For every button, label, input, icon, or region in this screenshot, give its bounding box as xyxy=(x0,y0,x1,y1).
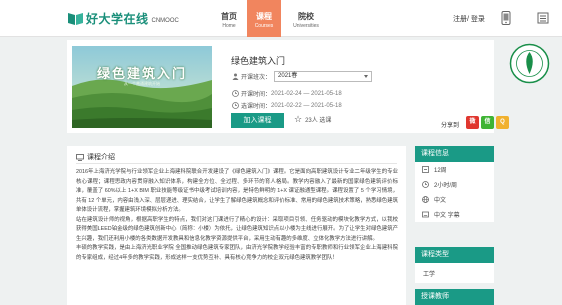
nav-courses[interactable]: 课程 Courses xyxy=(247,0,281,37)
info-row-subtitle: 中文 字幕 xyxy=(415,207,494,222)
term-select[interactable]: 2021春 xyxy=(274,71,373,82)
course-info-panel: 课程信息 12周 2小时/周 中文 中文 字幕 xyxy=(415,146,494,222)
clock-icon xyxy=(232,90,239,97)
course-type-panel: 课程类型 工学 xyxy=(415,247,494,283)
teacher-panel: 授课教师 xyxy=(415,289,494,305)
menu-icon[interactable] xyxy=(537,11,549,25)
info-row-hours: 2小时/周 xyxy=(415,177,494,192)
nav-universities-label: 院校 xyxy=(298,12,314,21)
nav-courses-label: 课程 xyxy=(256,12,272,21)
star-icon[interactable]: ☆ xyxy=(294,115,302,124)
start-label: 开课时间： xyxy=(241,92,272,98)
thumbnail-subtitle: 从一个普通建筑开始 xyxy=(124,81,160,86)
term-select-value: 2021春 xyxy=(278,73,298,79)
site-logo[interactable]: 好大学在线 CNMOOC xyxy=(67,10,179,27)
clock-icon xyxy=(232,102,239,109)
term-label: 开课班次： xyxy=(241,75,272,81)
course-info-title: 课程信息 xyxy=(415,146,494,162)
share-label: 分享到 xyxy=(441,123,460,129)
language-icon xyxy=(422,196,429,203)
intro-text: 2016年上海济光学院与行业领军企业上海建科院联合开发建设了《绿色建筑入门》课程… xyxy=(76,168,398,263)
book-logo-icon xyxy=(68,13,83,25)
join-course-button[interactable]: 加入课程 xyxy=(231,113,284,128)
course-banner: 绿色建筑入门 从一个普通建筑开始 绿色建筑入门 开课班次： 2021春 开课时间… xyxy=(67,40,550,133)
start-time-row: 开课时间： 2021-02-24 — 2021-05-18 xyxy=(232,89,342,98)
intro-paragraph: 丰硕的教学实践，是由上海济光职业学院 全国推动绿色建筑专家团队，由济光学院教学经… xyxy=(76,245,398,261)
term-row: 开课班次： 2021春 xyxy=(232,71,373,82)
monitor-icon xyxy=(76,153,84,161)
start-value: 2021-02-24 — 2021-05-18 xyxy=(271,90,342,97)
nav-home-label: 首页 xyxy=(221,12,237,21)
info-language-text: 中文 xyxy=(434,198,447,204)
course-type-value: 工学 xyxy=(423,271,436,278)
enrollment-count-text: 23人 选课 xyxy=(305,118,332,124)
nav-home[interactable]: 首页 Home xyxy=(212,0,246,37)
subtitle-icon xyxy=(422,211,429,218)
units-icon xyxy=(422,166,429,173)
info-row-language: 中文 xyxy=(415,192,494,207)
nav-universities-sublabel: Universities xyxy=(293,23,319,29)
course-type-title: 课程类型 xyxy=(415,247,494,263)
info-units-text: 12周 xyxy=(434,168,447,174)
login-register-link[interactable]: 注册/ 登录 xyxy=(453,14,485,24)
elective-value: 2021-02-22 — 2021-05-18 xyxy=(271,102,342,109)
nav-home-sublabel: Home xyxy=(222,23,236,29)
weibo-icon[interactable]: 微 xyxy=(466,116,479,129)
info-subtitle-text: 中文 字幕 xyxy=(434,213,460,219)
intro-paragraph: 站在建筑设计师的视角，根据高职学生的特点，我们对这门课进行了精心的设计：采取项目… xyxy=(76,216,398,242)
mobile-app-icon[interactable] xyxy=(500,11,512,25)
teacher-title: 授课教师 xyxy=(415,289,494,305)
nav-universities[interactable]: 院校 Universities xyxy=(289,0,323,37)
course-thumbnail[interactable]: 绿色建筑入门 从一个普通建筑开始 xyxy=(72,46,212,128)
thumbnail-title: 绿色建筑入门 xyxy=(96,66,187,81)
info-row-units: 12周 xyxy=(415,162,494,177)
elective-label: 选课时间： xyxy=(241,104,272,110)
elective-time-row: 选课时间： 2021-02-22 — 2021-05-18 xyxy=(232,101,342,110)
wechat-icon[interactable]: 信 xyxy=(481,116,494,129)
logo-subtext: CNMOOC xyxy=(151,17,179,24)
nav-courses-sublabel: Courses xyxy=(254,23,274,29)
intro-heading-row: 课程介绍 xyxy=(76,152,115,162)
info-hours-text: 2小时/周 xyxy=(434,183,458,189)
logo-text: 好大学在线 xyxy=(86,12,149,26)
course-intro-panel: 课程介绍 2016年上海济光学院与行业领军企业上海建科院联合开发建设了《绿色建筑… xyxy=(67,146,406,305)
qq-zone-icon[interactable]: Q xyxy=(496,116,509,129)
divider xyxy=(76,163,397,164)
landscape-image xyxy=(72,46,212,128)
intro-heading: 课程介绍 xyxy=(87,154,115,161)
person-icon xyxy=(232,73,239,80)
enrollment-count: ☆ 23人 选课 xyxy=(294,115,332,125)
clock-icon xyxy=(422,181,429,188)
site-header: 好大学在线 CNMOOC 首页 Home 课程 Courses 院校 Unive… xyxy=(0,0,562,37)
course-title: 绿色建筑入门 xyxy=(231,56,286,66)
intro-paragraph: 2016年上海济光学院与行业领军企业上海建科院联合开发建设了《绿色建筑入门》课程… xyxy=(76,169,398,213)
university-badge-icon xyxy=(509,43,550,84)
